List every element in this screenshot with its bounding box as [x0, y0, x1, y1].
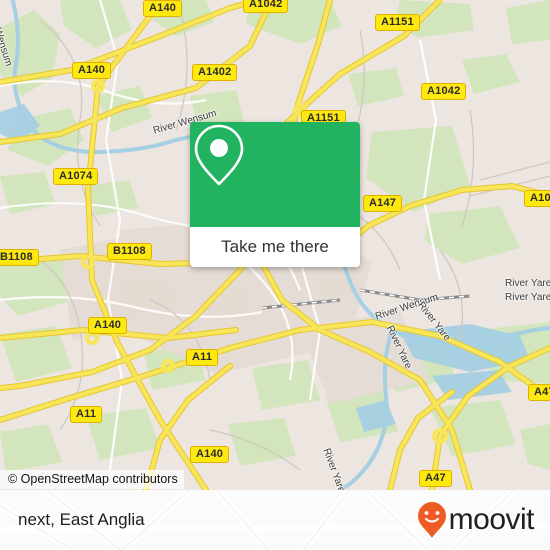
- road-shield: A140: [88, 317, 128, 334]
- road-shield: B1108: [0, 249, 39, 266]
- road-shield: A1042: [421, 83, 467, 100]
- water-label: River Yare: [505, 278, 550, 289]
- road-shield: A140: [143, 0, 183, 17]
- moovit-pin-icon: [417, 502, 446, 538]
- moovit-logo[interactable]: moovit: [417, 501, 535, 539]
- map-canvas[interactable]: Norwich River Wensum River Wensum River …: [0, 0, 550, 490]
- road-shield: A11: [70, 406, 103, 423]
- road-shield: A104: [524, 190, 550, 207]
- moovit-map-screenshot: Norwich River Wensum River Wensum River …: [0, 0, 550, 550]
- road-shield: A1402: [192, 64, 238, 81]
- road-shield: A1074: [53, 168, 99, 185]
- road-shield: A147: [363, 195, 403, 212]
- moovit-wordmark: moovit: [448, 503, 535, 536]
- road-shield: A1042: [243, 0, 289, 13]
- road-shield: B1108: [107, 243, 152, 260]
- footer-bar: next, East Anglia moovit: [0, 490, 550, 550]
- road-shield: A140: [72, 62, 112, 79]
- take-me-there-button[interactable]: Take me there: [190, 227, 360, 267]
- osm-attribution[interactable]: © OpenStreetMap contributors: [0, 470, 184, 489]
- place-title: next, East Anglia: [18, 510, 145, 529]
- road-shield: A11: [186, 349, 219, 366]
- road-shield: A47: [528, 384, 550, 401]
- road-shield: A47: [419, 470, 452, 487]
- location-pin-icon: [194, 124, 244, 186]
- card-pin-area: [190, 122, 360, 227]
- water-label: River Yare: [505, 292, 550, 303]
- road-shield: A1151: [375, 14, 420, 31]
- road-shield: A140: [190, 446, 230, 463]
- destination-card[interactable]: Take me there: [190, 122, 360, 267]
